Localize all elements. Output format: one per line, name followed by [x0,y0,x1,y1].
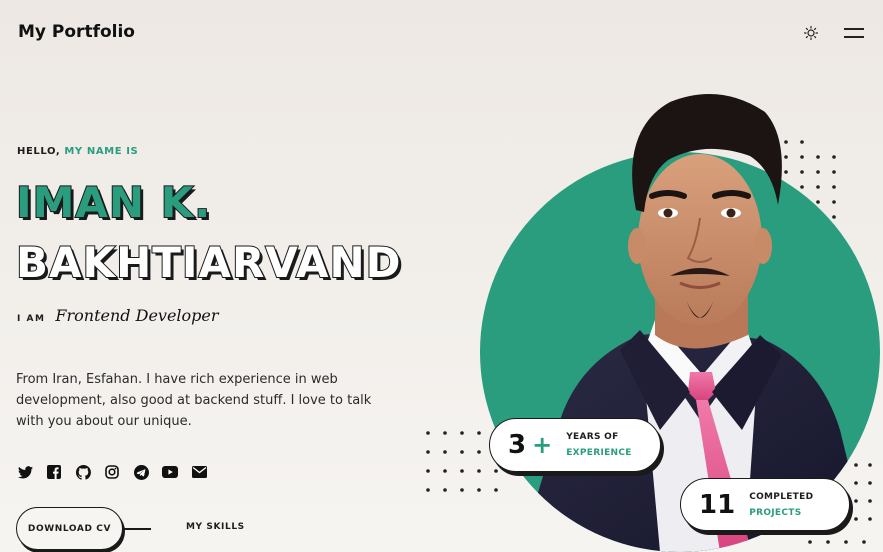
projects-label: COMPLETED PROJECTS [749,489,813,521]
projects-number: 11 [699,489,736,520]
projects-label-line1: COMPLETED [749,491,814,502]
experience-label-line2: EXPERIENCE [566,448,632,458]
experience-label-line1: YEARS OF [566,432,619,442]
experience-stat-card: 3 + YEARS OF EXPERIENCE [489,418,661,472]
experience-label: YEARS OF EXPERIENCE [566,429,632,461]
portrait-illustration [426,94,880,552]
experience-number: 3 [508,430,527,460]
experience-plus: + [532,431,553,459]
projects-stat-card: 11 COMPLETED PROJECTS [680,478,850,531]
dot-pattern-bottom-left [426,431,498,492]
projects-label-line2: PROJECTS [749,507,802,518]
